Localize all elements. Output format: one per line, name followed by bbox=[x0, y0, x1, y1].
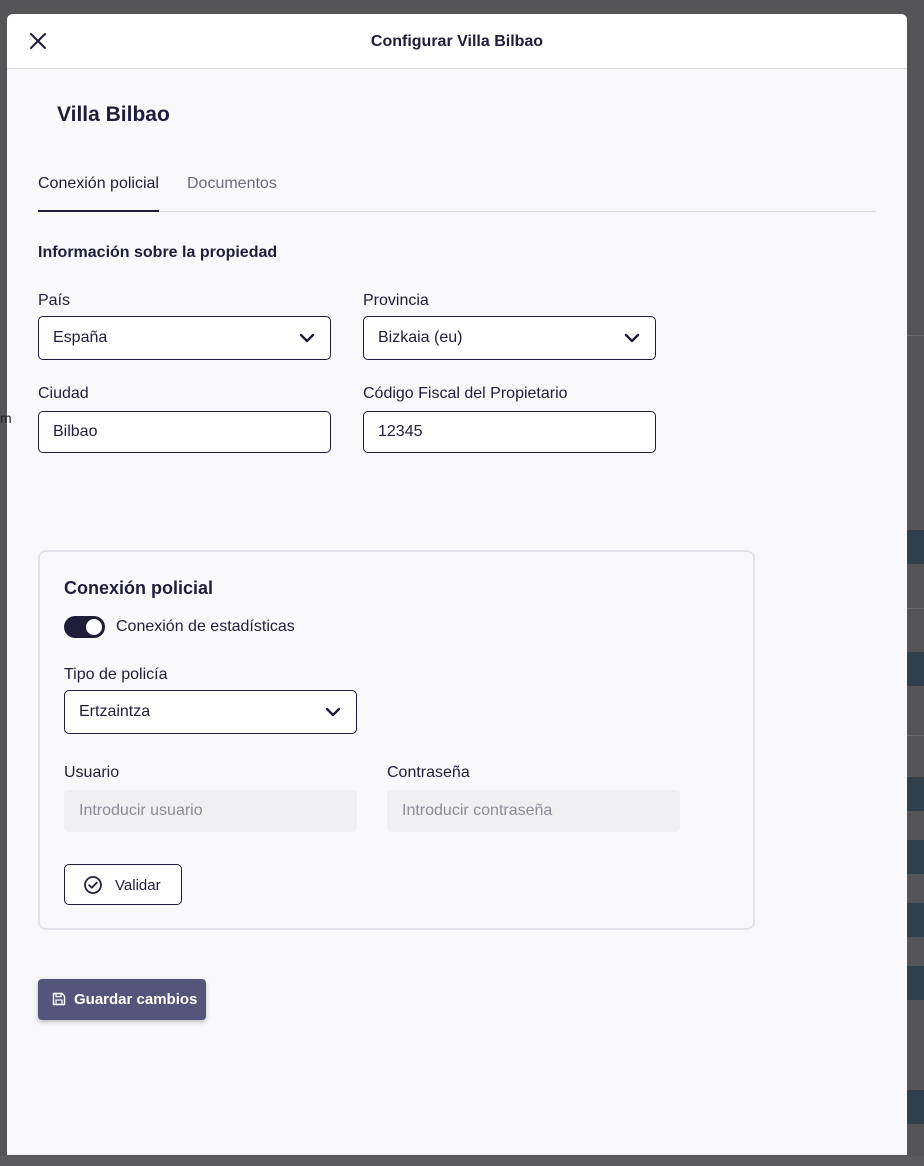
background-row bbox=[906, 652, 924, 686]
password-input[interactable]: Introducir contraseña bbox=[387, 790, 680, 832]
province-select[interactable]: Bizkaia (eu) bbox=[363, 316, 656, 360]
statistics-toggle-label: Conexión de estadísticas bbox=[116, 618, 295, 635]
background-footer bbox=[0, 1156, 924, 1166]
chevron-down-icon bbox=[624, 333, 640, 343]
user-label: Usuario bbox=[64, 764, 120, 781]
police-type-select[interactable]: Ertzaintza bbox=[64, 690, 357, 734]
police-connection-title: Conexión policial bbox=[64, 578, 214, 598]
check-circle-icon bbox=[84, 876, 102, 894]
country-label: País bbox=[38, 292, 71, 309]
tax-code-input[interactable]: 12345 bbox=[363, 411, 656, 453]
background-row bbox=[906, 840, 924, 874]
city-label: Ciudad bbox=[38, 385, 89, 402]
save-changes-label: Guardar cambios bbox=[74, 991, 198, 1008]
validate-label: Validar bbox=[115, 877, 161, 894]
modal-header: Configurar Villa Bilbao bbox=[7, 14, 907, 69]
floppy-disk-icon bbox=[52, 992, 66, 1006]
background-row bbox=[906, 1090, 924, 1124]
province-value: Bizkaia (eu) bbox=[378, 329, 463, 346]
background-row bbox=[906, 966, 924, 1000]
province-label: Provincia bbox=[363, 292, 429, 309]
user-input[interactable]: Introducir usuario bbox=[64, 790, 357, 832]
modal-title: Configurar Villa Bilbao bbox=[370, 33, 544, 50]
background-divider bbox=[906, 735, 924, 736]
password-label: Contraseña bbox=[387, 764, 470, 781]
background-divider bbox=[906, 335, 924, 336]
chevron-down-icon bbox=[325, 707, 341, 717]
police-type-value: Ertzaintza bbox=[79, 703, 151, 720]
tax-code-label: Código Fiscal del Propietario bbox=[363, 385, 568, 402]
police-connection-card: Conexión policial Conexión de estadístic… bbox=[38, 550, 755, 930]
country-select[interactable]: España bbox=[38, 316, 331, 360]
tab-documents[interactable]: Documentos bbox=[187, 175, 277, 205]
city-input[interactable]: Bilbao bbox=[38, 411, 331, 453]
background-row bbox=[906, 530, 924, 564]
police-type-label: Tipo de policía bbox=[64, 666, 168, 683]
background-row bbox=[906, 777, 924, 811]
property-info-title: Información sobre la propiedad bbox=[38, 244, 278, 261]
chevron-down-icon bbox=[299, 333, 315, 343]
property-name: Villa Bilbao bbox=[57, 103, 170, 126]
configure-property-modal: Configurar Villa Bilbao Villa Bilbao Con… bbox=[7, 14, 907, 1155]
validate-button[interactable]: Validar bbox=[64, 864, 182, 905]
background-divider bbox=[906, 608, 924, 609]
tab-police-connection[interactable]: Conexión policial bbox=[38, 175, 159, 212]
country-value: España bbox=[53, 329, 108, 346]
tab-bar: Conexión policial Documentos bbox=[38, 175, 876, 212]
background-row bbox=[906, 903, 924, 937]
background-text: m bbox=[0, 410, 12, 426]
save-changes-button[interactable]: Guardar cambios bbox=[38, 979, 206, 1020]
statistics-toggle[interactable] bbox=[64, 616, 105, 638]
toggle-knob bbox=[86, 619, 102, 635]
